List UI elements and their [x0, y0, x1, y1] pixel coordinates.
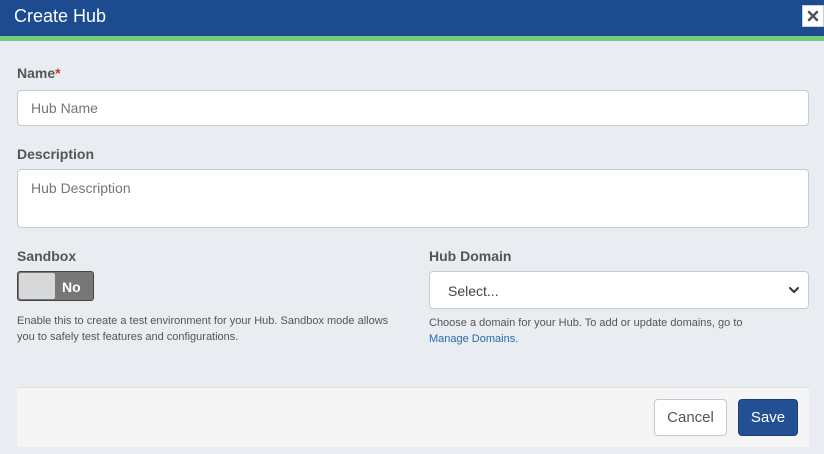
hub-domain-help: Choose a domain for your Hub. To add or …	[429, 315, 809, 347]
dialog-title: Create Hub	[14, 6, 107, 26]
name-label-text: Name	[17, 65, 56, 81]
sandbox-label: Sandbox	[17, 248, 77, 264]
sandbox-toggle[interactable]: No	[17, 271, 94, 301]
toggle-state-text: No	[62, 279, 81, 295]
chevron-down-icon	[789, 287, 799, 293]
hub-domain-select[interactable]: Select...	[429, 271, 809, 309]
cancel-button[interactable]: Cancel	[654, 399, 727, 436]
help-suffix: .	[515, 333, 519, 345]
close-button[interactable]	[802, 5, 824, 27]
hub-domain-help-text: Choose a domain for your Hub. To add or …	[429, 317, 743, 329]
description-label: Description	[17, 146, 95, 162]
toggle-knob	[19, 273, 55, 299]
hub-description-input[interactable]	[17, 169, 809, 228]
dialog-header: Create Hub	[0, 0, 824, 36]
sandbox-help-text: Enable this to create a test environment…	[17, 315, 389, 343]
name-label: Name*	[17, 65, 61, 81]
hub-domain-selected-value: Select...	[448, 283, 499, 299]
manage-domains-link[interactable]: Manage Domains	[429, 333, 515, 345]
hub-domain-label: Hub Domain	[429, 248, 512, 264]
header-accent-stripe	[0, 36, 824, 41]
close-icon	[807, 10, 819, 22]
hub-name-input[interactable]	[17, 90, 809, 126]
save-button[interactable]: Save	[738, 399, 798, 436]
required-marker: *	[55, 65, 61, 81]
